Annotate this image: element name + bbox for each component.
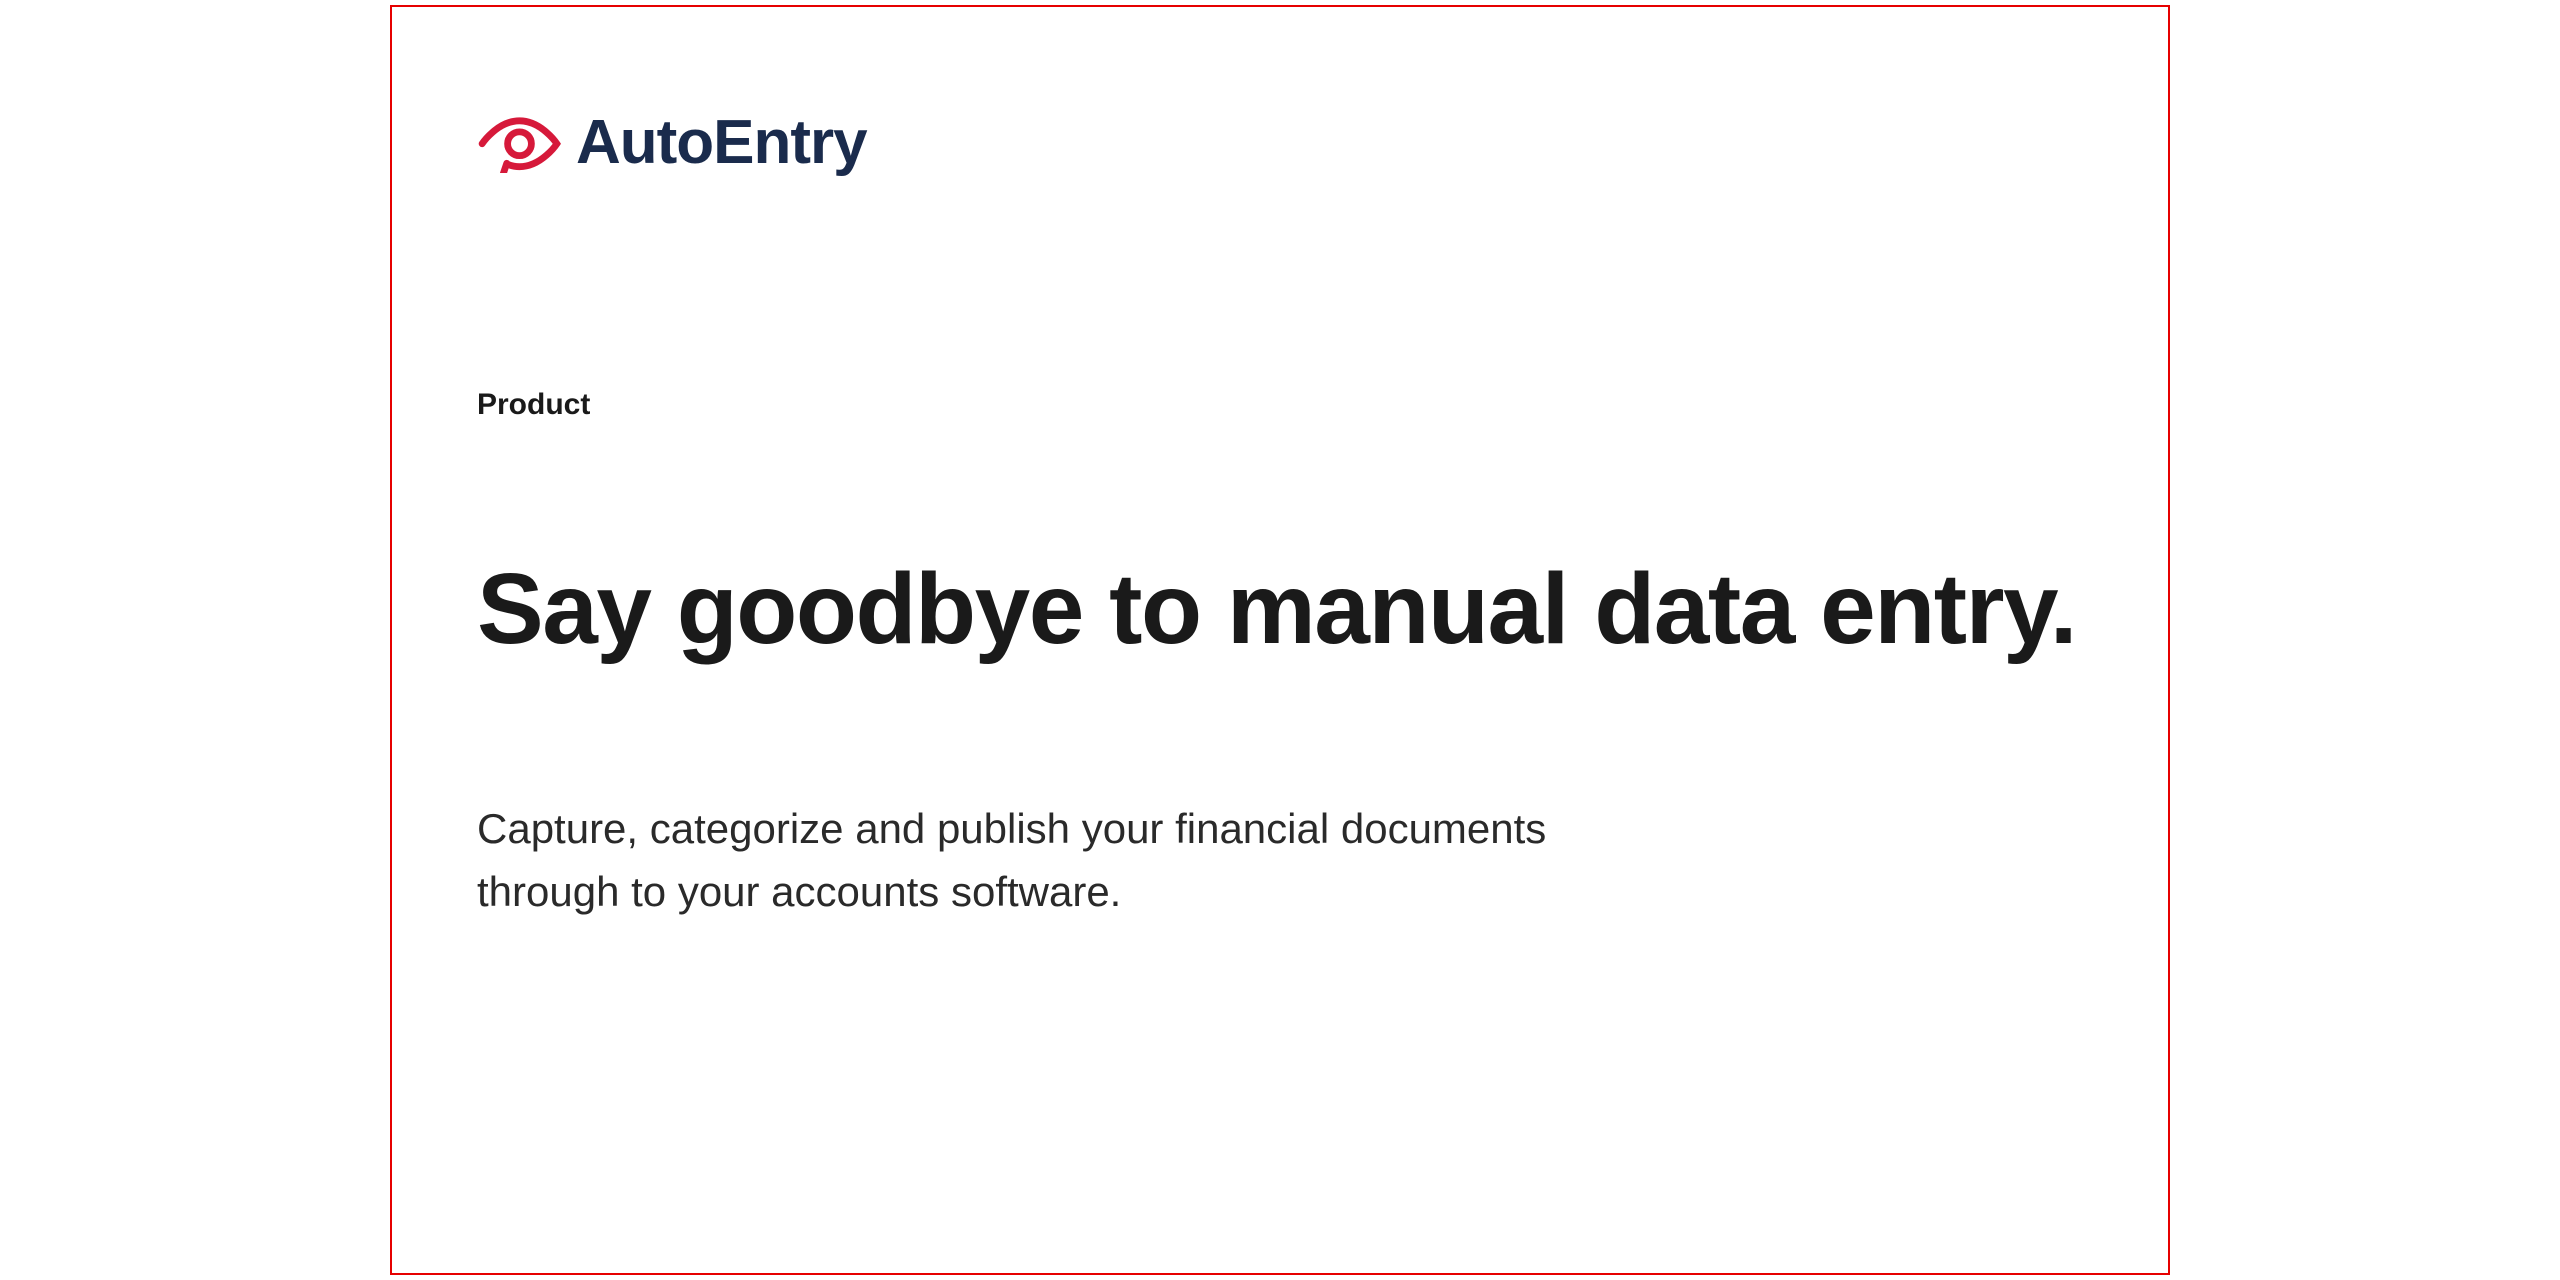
page-subtext: Capture, categorize and publish your fin…	[477, 797, 1677, 923]
brand-name: AutoEntry	[576, 107, 867, 178]
page-headline: Say goodbye to manual data entry.	[477, 552, 2083, 667]
logo: AutoEntry	[477, 107, 2083, 178]
content-card: AutoEntry Product Say goodbye to manual …	[390, 5, 2170, 1275]
eye-icon	[477, 114, 562, 172]
category-label: Product	[477, 388, 2083, 422]
